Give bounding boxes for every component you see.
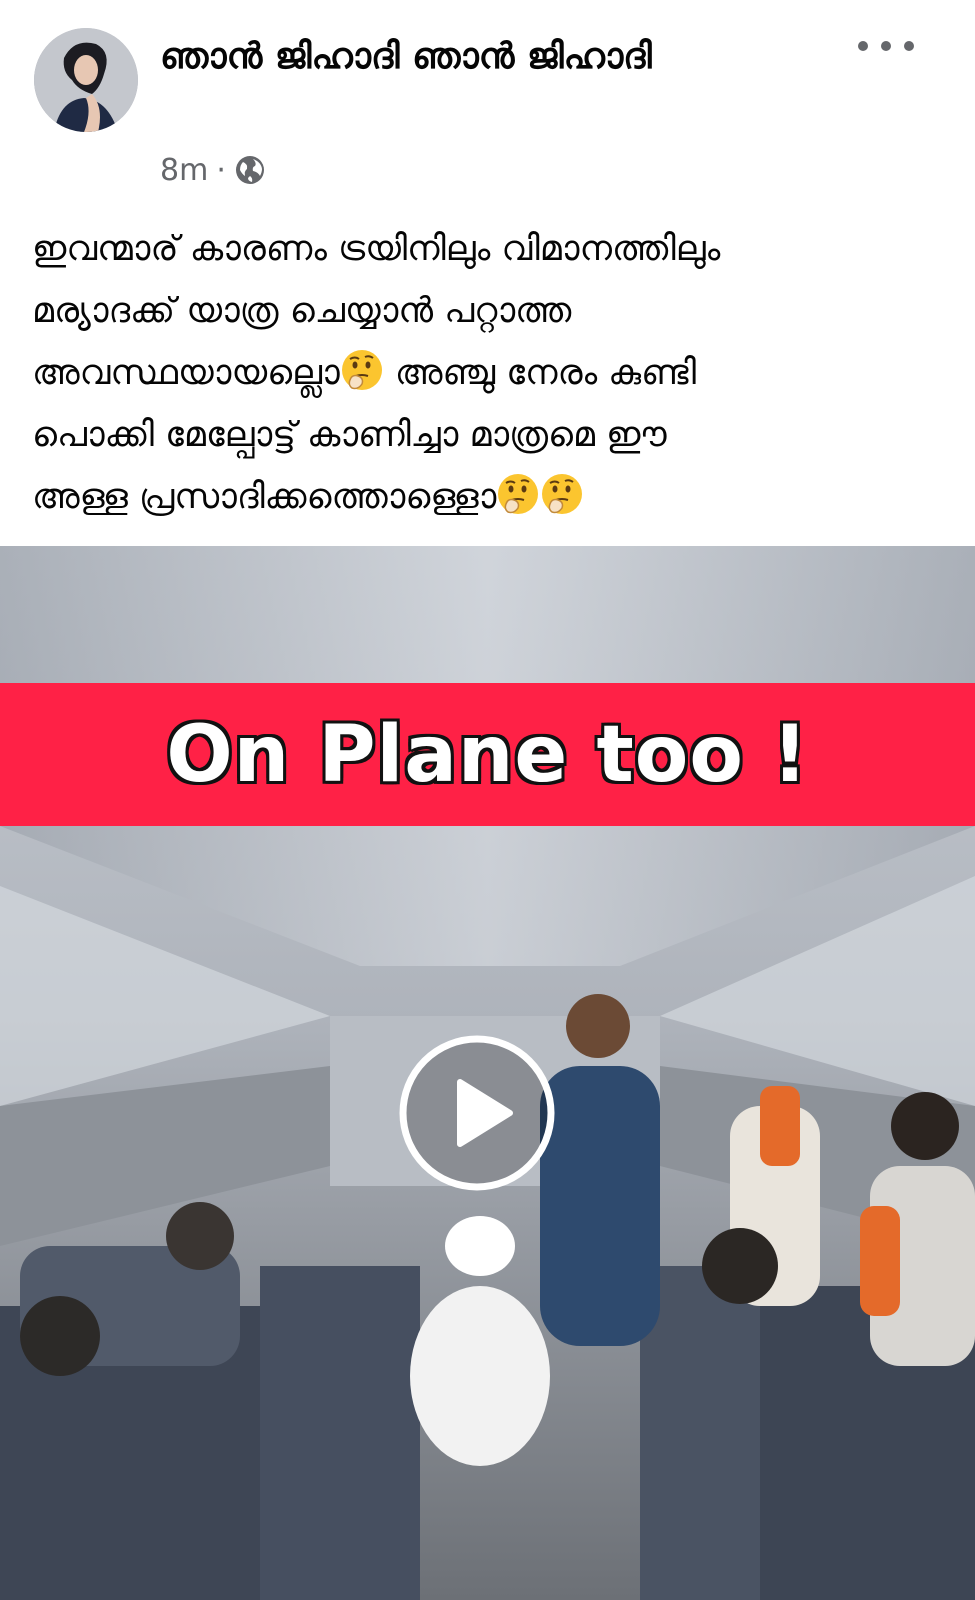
post-text-segment: അള്ള പ്രസാദിക്കത്തൊള്ളൊ bbox=[32, 477, 497, 517]
more-options-icon bbox=[904, 41, 914, 51]
video-banner-text: On Plane too ! bbox=[166, 709, 809, 800]
post-text-line: മര്യാദക്ക് യാത്ര ചെയ്യാൻ പറ്റാത്ത bbox=[32, 291, 572, 331]
post-time[interactable]: 8m bbox=[160, 153, 208, 188]
meta-separator: · bbox=[216, 152, 226, 188]
thinking-face-emoji bbox=[540, 472, 584, 516]
more-options-icon bbox=[881, 41, 891, 51]
more-options-button[interactable] bbox=[858, 28, 914, 64]
post-text-line: അള്ള പ്രസാദിക്കത്തൊള്ളൊ bbox=[32, 466, 932, 528]
post-header: ഞാൻ ജിഹാദി ഞാൻ ജിഹാദി 8m · bbox=[0, 0, 975, 200]
video-banner: On Plane too ! bbox=[0, 683, 975, 826]
post-meta: 8m · bbox=[160, 150, 266, 190]
globe-icon bbox=[234, 154, 266, 186]
post-text-line: ഇവന്മാര് കാരണം ട്രയിനിലും വിമാനത്തിലും bbox=[32, 229, 721, 269]
play-button[interactable] bbox=[398, 1034, 556, 1192]
play-icon bbox=[399, 1035, 555, 1191]
post-text-line: പൊക്കി മേല്പോട്ട് കാണിച്ചാ മാത്രമെ ഈ bbox=[32, 415, 667, 455]
post-text-segment: അവസ്ഥയായല്ലൊ bbox=[32, 353, 340, 393]
thinking-face-emoji bbox=[496, 472, 540, 516]
author-name[interactable]: ഞാൻ ജിഹാദി ഞാൻ ജിഹാദി bbox=[160, 28, 780, 86]
post-text-line: അവസ്ഥയായല്ലൊ അഞ്ചു നേരം കുണ്ടി bbox=[32, 342, 932, 404]
author-avatar[interactable] bbox=[34, 28, 138, 132]
video-player[interactable]: On Plane too ! bbox=[0, 546, 975, 1600]
post-text-segment: അഞ്ചു നേരം കുണ്ടി bbox=[394, 353, 697, 393]
more-options-icon bbox=[858, 41, 868, 51]
post-text: ഇവന്മാര് കാരണം ട്രയിനിലും വിമാനത്തിലും മ… bbox=[32, 218, 932, 528]
thinking-face-emoji bbox=[340, 348, 384, 392]
